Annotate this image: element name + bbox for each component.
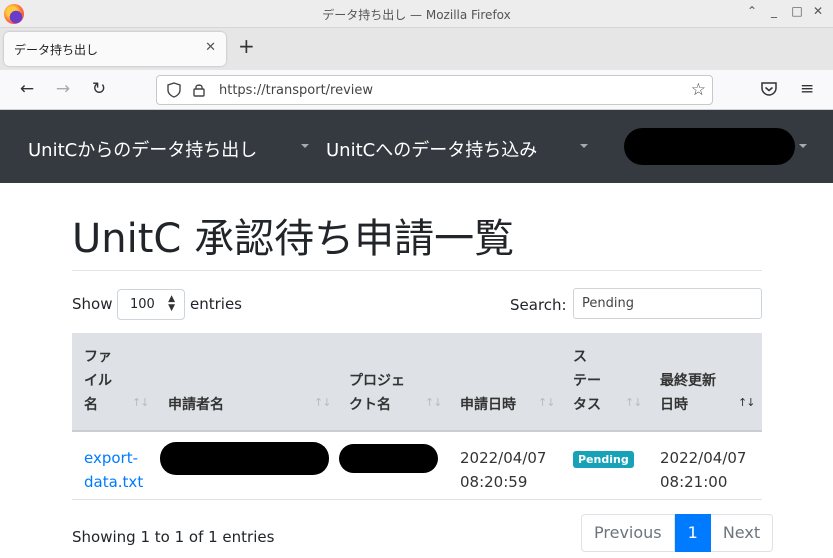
caret-down-icon[interactable] (580, 144, 588, 148)
hamburger-menu-icon[interactable]: ≡ (800, 79, 814, 99)
page-title: UnitC 承認待ち申請一覧 (72, 216, 515, 262)
window-titlebar: データ持ち出し — Mozilla Firefox ⌃ _ □ ✕ (0, 0, 833, 28)
project-redacted (339, 444, 438, 473)
reload-icon[interactable]: ↻ (87, 79, 111, 99)
page-1-button[interactable]: 1 (674, 514, 711, 552)
column-header-text: 名 (84, 397, 98, 413)
applicant-redacted (160, 442, 329, 475)
divider (72, 270, 762, 271)
submitted-datetime: 2022/04/07 08:20:59 (460, 446, 546, 494)
date-text: 2022/04/07 (660, 449, 747, 467)
user-menu-redacted[interactable] (624, 128, 795, 165)
sort-icon[interactable]: ↑↓ (538, 396, 555, 409)
nav-export-dropdown[interactable]: UnitCからのデータ持ち出し (28, 136, 257, 162)
date-text: 2022/04/07 (460, 449, 547, 467)
search-label: Search: (510, 296, 567, 314)
app-navbar: UnitCからのデータ持ち出し UnitCへのデータ持ち込み (0, 110, 833, 183)
lock-icon[interactable] (193, 83, 205, 97)
url-text[interactable]: https://transport/review (219, 83, 373, 98)
column-header-project[interactable]: プロジェ クト名 (349, 369, 405, 417)
column-header-text: ス (573, 349, 587, 365)
column-header-text: 申請者名 (168, 397, 224, 413)
bookmark-star-icon[interactable]: ☆ (691, 80, 706, 100)
column-header-text: クト名 (349, 397, 391, 413)
file-name-text: export- (84, 449, 139, 467)
maximize-icon[interactable]: □ (789, 4, 805, 18)
url-bar[interactable]: https://transport/review ☆ (156, 75, 713, 105)
sort-desc-icon[interactable]: ↑↓ (738, 396, 755, 409)
column-header-text: 申請日時 (460, 397, 516, 413)
updated-datetime: 2022/04/07 08:21:00 (660, 446, 746, 494)
new-tab-icon[interactable]: + (238, 34, 255, 58)
previous-button[interactable]: Previous (581, 514, 675, 552)
column-header-submitted[interactable]: 申請日時 (460, 393, 516, 417)
page-length-select[interactable]: 100 ▲ ▼ (117, 289, 185, 320)
nav-import-dropdown[interactable]: UnitCへのデータ持ち込み (326, 136, 537, 162)
column-header-text: 最終更新 (660, 373, 716, 389)
tab-active[interactable]: データ持ち出し ✕ (4, 32, 226, 66)
column-header-applicant[interactable]: 申請者名 (168, 393, 224, 417)
column-header-text: ファ (84, 349, 112, 365)
file-name-text: data.txt (84, 473, 144, 491)
status-badge: Pending (573, 451, 634, 468)
tab-strip: データ持ち出し ✕ + (0, 28, 833, 70)
time-text: 08:20:59 (460, 473, 528, 491)
select-arrows-icon: ▲ ▼ (168, 294, 175, 313)
column-header-file-name[interactable]: ファ イル 名 (84, 345, 112, 417)
show-label: Show (72, 295, 113, 313)
window-title: データ持ち出し — Mozilla Firefox (322, 8, 511, 22)
page-length-value: 100 (130, 297, 155, 312)
time-text: 08:21:00 (660, 473, 728, 491)
minimize-icon[interactable]: _ (766, 4, 782, 18)
file-name-link[interactable]: export- data.txt (84, 446, 143, 494)
column-header-text: テー (573, 373, 601, 389)
sort-icon[interactable]: ↑↓ (132, 396, 149, 409)
sort-icon[interactable]: ↑↓ (625, 396, 642, 409)
caret-down-icon[interactable] (799, 144, 807, 148)
column-header-text: 日時 (660, 397, 688, 413)
column-header-text: イル (84, 373, 112, 389)
shield-icon[interactable] (167, 82, 181, 98)
pagination: Previous 1 Next (581, 514, 774, 552)
next-button[interactable]: Next (710, 514, 774, 552)
column-header-status[interactable]: ス テー タス (573, 345, 601, 417)
sort-icon[interactable]: ↑↓ (314, 396, 331, 409)
close-tab-icon[interactable]: ✕ (205, 40, 216, 55)
caret-down-icon[interactable] (301, 144, 309, 148)
back-arrow-icon[interactable]: ← (15, 79, 39, 99)
pocket-icon[interactable] (760, 81, 778, 97)
entries-label: entries (190, 295, 242, 313)
browser-navbar: ← → ↻ https://transport/review ☆ ≡ (0, 70, 833, 110)
search-input[interactable] (573, 288, 762, 319)
tab-label: データ持ち出し (14, 43, 99, 57)
column-header-text: プロジェ (349, 373, 405, 389)
sort-icon[interactable]: ↑↓ (425, 396, 442, 409)
column-header-text: タス (573, 397, 601, 413)
forward-arrow-icon[interactable]: → (51, 79, 75, 99)
table-row: export- data.txt 2022/04/07 08:20:59 Pen… (72, 432, 762, 500)
column-header-updated[interactable]: 最終更新 日時 (660, 369, 716, 417)
table-info: Showing 1 to 1 of 1 entries (72, 528, 275, 546)
table-header: ファ イル 名 ↑↓ 申請者名 ↑↓ プロジェ クト名 ↑↓ 申請日時 ↑↓ ス… (72, 333, 762, 432)
chevron-up-icon[interactable]: ⌃ (744, 4, 760, 18)
close-window-icon[interactable]: ✕ (810, 4, 826, 18)
